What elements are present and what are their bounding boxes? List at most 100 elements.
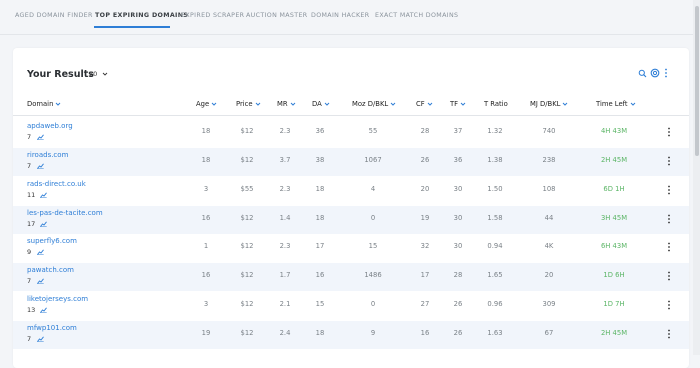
row-menu-icon[interactable] bbox=[667, 156, 671, 166]
sort-chevron-icon[interactable] bbox=[255, 101, 261, 107]
settings-icon[interactable] bbox=[650, 68, 660, 78]
per-page-select[interactable]: 20 bbox=[89, 70, 109, 80]
cell-mj-dbkl: 108 bbox=[542, 185, 556, 193]
cell-time-left: 6D 1H bbox=[603, 185, 625, 193]
row-menu-icon[interactable] bbox=[667, 242, 671, 252]
cell-time-left: 6H 43M bbox=[600, 242, 628, 250]
header-label: Domain bbox=[27, 100, 54, 108]
sort-chevron-icon[interactable] bbox=[630, 101, 636, 107]
sort-chevron-icon[interactable] bbox=[427, 101, 433, 107]
header-tf[interactable]: TF bbox=[450, 100, 466, 108]
cell-tf: 36 bbox=[453, 156, 463, 164]
sort-chevron-icon[interactable] bbox=[324, 101, 330, 107]
cell-cf: 27 bbox=[420, 300, 430, 308]
row-menu-icon[interactable] bbox=[667, 329, 671, 339]
trend-chart-icon[interactable] bbox=[40, 221, 47, 227]
row-menu-icon[interactable] bbox=[667, 127, 671, 137]
domain-link[interactable]: riroads.com bbox=[27, 151, 68, 159]
cell-moz-dbkl: 0 bbox=[370, 214, 376, 222]
cell-price: $12 bbox=[240, 214, 254, 222]
tab-expired-scraper[interactable]: EXPIRED SCRAPER bbox=[181, 12, 244, 19]
domain-link[interactable]: apdaweb.org bbox=[27, 122, 73, 130]
header-price[interactable]: Price bbox=[236, 100, 261, 108]
trend-chart-icon[interactable] bbox=[37, 134, 44, 140]
row-menu-icon[interactable] bbox=[667, 185, 671, 195]
results-title: Your Results bbox=[27, 69, 94, 80]
cell-tf: 30 bbox=[453, 214, 463, 222]
sort-chevron-icon[interactable] bbox=[55, 101, 61, 107]
tab-aged-domain-finder[interactable]: AGED DOMAIN FINDER bbox=[15, 12, 93, 19]
cell-t-ratio: 1.50 bbox=[487, 185, 503, 193]
header-label: Moz D/BKL bbox=[352, 100, 389, 108]
cell-da: 17 bbox=[315, 242, 325, 250]
active-tab-indicator bbox=[94, 26, 170, 28]
cell-da: 36 bbox=[315, 127, 325, 135]
cell-price: $12 bbox=[240, 242, 254, 250]
row-menu-icon[interactable] bbox=[667, 300, 671, 310]
domain-link[interactable]: mfwp101.com bbox=[27, 324, 77, 332]
trend-chart-icon[interactable] bbox=[37, 249, 44, 255]
table-row: riroads.com 7 18 $12 3.7 38 1067 26 36 1.38 238 2H … bbox=[13, 148, 689, 176]
scrollbar-thumb[interactable] bbox=[695, 6, 699, 156]
cell-age: 18 bbox=[201, 156, 211, 164]
cell-tf: 28 bbox=[453, 271, 463, 279]
sort-chevron-icon[interactable] bbox=[562, 101, 568, 107]
domain-count: 7 bbox=[27, 277, 32, 285]
cell-mr: 2.3 bbox=[279, 242, 291, 250]
domain-link[interactable]: rads-direct.co.uk bbox=[27, 180, 86, 188]
table-row: liketojerseys.com 13 3 $12 2.1 15 0 27 26 0.96 309… bbox=[13, 292, 689, 320]
cell-age: 1 bbox=[203, 242, 209, 250]
header-label: CF bbox=[416, 100, 425, 108]
sort-chevron-icon[interactable] bbox=[390, 101, 396, 107]
header-domain[interactable]: Domain bbox=[27, 100, 61, 108]
domain-link[interactable]: les-pas-de-tacite.com bbox=[27, 209, 103, 217]
domain-count: 7 bbox=[27, 162, 32, 170]
domain-link[interactable]: superfly6.com bbox=[27, 237, 77, 245]
cell-tf: 30 bbox=[453, 242, 463, 250]
cell-tf: 26 bbox=[453, 300, 463, 308]
cell-mj-dbkl: 309 bbox=[542, 300, 556, 308]
tab-exact-match-domains[interactable]: EXACT MATCH DOMAINS bbox=[375, 12, 458, 19]
more-vertical-icon[interactable] bbox=[664, 68, 668, 78]
cell-mj-dbkl: 4K bbox=[544, 242, 554, 250]
tab-top-expiring-domains[interactable]: TOP EXPIRING DOMAINS bbox=[95, 12, 188, 19]
header-label: Time Left bbox=[596, 100, 628, 108]
domain-count: 7 bbox=[27, 335, 32, 343]
header-age[interactable]: Age bbox=[196, 100, 217, 108]
tab-domain-hacker[interactable]: DOMAIN HACKER bbox=[311, 12, 369, 19]
domain-link[interactable]: pawatch.com bbox=[27, 266, 74, 274]
header-moz-dbkl[interactable]: Moz D/BKL bbox=[352, 100, 396, 108]
table-row: apdaweb.org 7 18 $12 2.3 36 55 28 37 1.32 740 4H 43… bbox=[13, 119, 689, 147]
header-t-ratio[interactable]: T Ratio bbox=[484, 100, 508, 108]
cell-mj-dbkl: 238 bbox=[542, 156, 556, 164]
cell-mj-dbkl: 20 bbox=[544, 271, 554, 279]
trend-chart-icon[interactable] bbox=[37, 278, 44, 284]
trend-chart-icon[interactable] bbox=[40, 307, 47, 313]
cell-cf: 20 bbox=[420, 185, 430, 193]
header-cf[interactable]: CF bbox=[416, 100, 433, 108]
cell-price: $12 bbox=[240, 271, 254, 279]
trend-chart-icon[interactable] bbox=[37, 163, 44, 169]
search-icon[interactable] bbox=[638, 69, 647, 78]
domain-count: 7 bbox=[27, 133, 32, 141]
trend-chart-icon[interactable] bbox=[40, 192, 47, 198]
header-mj-dbkl[interactable]: MJ D/BKL bbox=[530, 100, 568, 108]
header-mr[interactable]: MR bbox=[277, 100, 296, 108]
tab-auction-master[interactable]: AUCTION MASTER bbox=[246, 12, 308, 19]
header-da[interactable]: DA bbox=[312, 100, 330, 108]
cell-time-left: 2H 45M bbox=[600, 329, 628, 337]
header-time-left[interactable]: Time Left bbox=[596, 100, 636, 108]
cell-moz-dbkl: 55 bbox=[368, 127, 378, 135]
cell-cf: 32 bbox=[420, 242, 430, 250]
cell-cf: 28 bbox=[420, 127, 430, 135]
cell-price: $12 bbox=[240, 127, 254, 135]
chevron-down-icon bbox=[102, 72, 108, 76]
domain-link[interactable]: liketojerseys.com bbox=[27, 295, 88, 303]
sort-chevron-icon[interactable] bbox=[290, 101, 296, 107]
cell-mj-dbkl: 740 bbox=[542, 127, 556, 135]
trend-chart-icon[interactable] bbox=[37, 336, 44, 342]
row-menu-icon[interactable] bbox=[667, 271, 671, 281]
row-menu-icon[interactable] bbox=[667, 214, 671, 224]
sort-chevron-icon[interactable] bbox=[460, 101, 466, 107]
sort-chevron-icon[interactable] bbox=[211, 101, 217, 107]
